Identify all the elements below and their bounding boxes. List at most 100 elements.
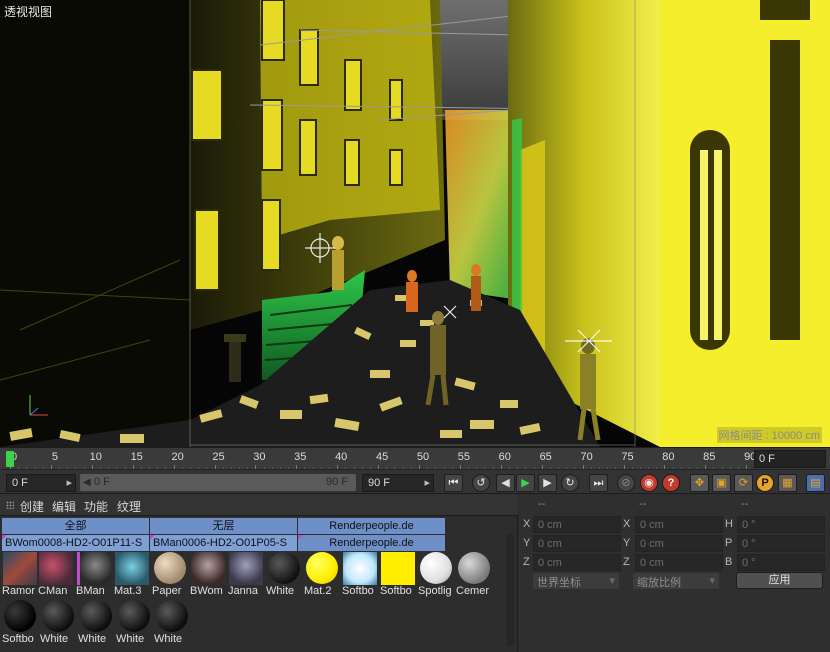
material-swatch[interactable]: White <box>266 552 302 598</box>
next-frame-button[interactable]: ▶ <box>538 474 557 492</box>
menu-texture[interactable]: 纹理 <box>117 498 141 515</box>
material-name: White <box>116 633 145 645</box>
material-swatch[interactable]: White <box>154 600 190 646</box>
apply-button[interactable]: 应用 <box>736 572 823 589</box>
layer-sub-renderpeople[interactable]: Renderpeople.de <box>298 535 446 551</box>
param-tool-icon[interactable]: P <box>756 474 774 492</box>
material-swatch[interactable]: Spotlig <box>418 552 454 598</box>
position-header: -- <box>538 498 546 510</box>
menu-create[interactable]: 创建 <box>20 498 44 515</box>
rotate-tool-icon[interactable]: ⟳ <box>734 474 753 492</box>
material-manager: 创建 编辑 功能 纹理 全部 无层 Renderpeople.de BWom00… <box>0 494 518 652</box>
material-swatch[interactable]: Softbo <box>2 600 38 646</box>
playhead-marker[interactable] <box>6 451 14 467</box>
timeline-ruler[interactable]: 0 5 10 15 20 25 30 35 40 45 50 55 60 65 70 75 80 85 90 0 F <box>0 447 830 470</box>
help-button[interactable]: ? <box>662 474 680 492</box>
record-off-icon[interactable]: ⊘ <box>617 474 635 492</box>
scale-mode-dropdown[interactable]: 缩放比例 ▾ <box>633 573 719 589</box>
rotation-p-field[interactable]: 0 ° <box>737 535 825 552</box>
material-scrollbar[interactable] <box>506 534 514 646</box>
go-to-end-button[interactable]: ⏭ <box>589 474 608 492</box>
position-z-label: Z <box>523 556 530 568</box>
size-y-field[interactable]: 0 cm <box>635 535 723 552</box>
material-preview <box>191 552 225 585</box>
slider-left-arrow-icon[interactable]: ◀ <box>83 477 91 488</box>
go-to-start-button[interactable]: ⏮ <box>444 474 463 492</box>
position-z-field[interactable]: 0 cm <box>533 554 621 571</box>
chevron-down-icon: ▾ <box>709 575 715 587</box>
start-frame-value: 0 F <box>12 477 28 489</box>
material-name: Softbo <box>342 585 374 597</box>
perspective-viewport[interactable]: 透视视图 网格间距 : 10000 cm <box>0 0 830 447</box>
material-swatch[interactable]: Mat.2 <box>304 552 340 598</box>
rotation-h-field[interactable]: 0 ° <box>737 516 825 533</box>
layer-subtabs: BWom0008-HD2-O01P11-S BMan0006-HD2-O01P0… <box>0 535 448 551</box>
coordinate-space-dropdown[interactable]: 世界坐标 ▾ <box>533 573 619 589</box>
layer-tab-renderpeople[interactable]: Renderpeople.de <box>298 518 446 534</box>
scale-tool-icon[interactable]: ▣ <box>712 474 731 492</box>
material-preview <box>77 552 111 585</box>
material-swatch[interactable]: BMan <box>76 552 112 598</box>
keyframe-grid-icon[interactable]: ▦ <box>778 474 797 492</box>
rotation-b-field[interactable]: 0 ° <box>737 554 825 571</box>
move-tool-icon[interactable]: ✥ <box>690 474 709 492</box>
prev-frame-button[interactable]: ◀ <box>496 474 515 492</box>
material-swatch[interactable]: White <box>78 600 114 646</box>
preview-range-slider[interactable]: ◀ 0 F 90 F <box>80 474 356 491</box>
timeline-tick-label: 15 <box>130 451 143 463</box>
layer-tab-none[interactable]: 无层 <box>150 518 298 534</box>
material-swatch[interactable]: Ramor <box>2 552 38 598</box>
size-x-field[interactable]: 0 cm <box>635 516 723 533</box>
position-x-label: X <box>523 518 531 530</box>
material-name: BWom <box>190 585 223 597</box>
menu-function[interactable]: 功能 <box>84 498 108 515</box>
material-preview <box>39 552 73 585</box>
frame-ruler[interactable]: 0 5 10 15 20 25 30 35 40 45 50 55 60 65 70 75 80 85 90 <box>0 448 756 470</box>
film-strip-icon[interactable]: ▤ <box>806 474 825 492</box>
material-swatch[interactable]: White <box>116 600 152 646</box>
material-preview <box>3 552 37 585</box>
coordinate-space-value: 世界坐标 <box>537 577 581 589</box>
material-name: Cemer <box>456 585 490 597</box>
layer-sub-bman[interactable]: BMan0006-HD2-O01P05-S <box>150 535 298 551</box>
material-name: Mat.3 <box>114 585 142 597</box>
viewport-render <box>0 0 830 447</box>
material-swatch[interactable]: Cemer <box>456 552 492 598</box>
material-name: BMan <box>76 585 105 597</box>
layer-tab-all[interactable]: 全部 <box>2 518 150 534</box>
record-button[interactable]: ◉ <box>640 474 658 492</box>
material-name: Softbo <box>380 585 412 597</box>
layer-sub-bwom[interactable]: BWom0008-HD2-O01P11-S <box>2 535 150 551</box>
material-swatch[interactable]: Softbo <box>380 552 416 598</box>
material-preview <box>420 552 452 584</box>
rotation-header: -- <box>741 498 749 510</box>
material-swatch[interactable]: Janna <box>228 552 264 598</box>
material-swatch[interactable]: Mat.3 <box>114 552 150 598</box>
menu-edit[interactable]: 编辑 <box>52 498 76 515</box>
slider-right-value: 90 F <box>325 476 348 488</box>
panel-grip-icon[interactable] <box>6 501 14 509</box>
start-frame-field[interactable]: 0 F <box>6 474 76 492</box>
timeline-tick-label: 65 <box>539 451 552 463</box>
material-swatch[interactable]: White <box>40 600 76 646</box>
material-preview <box>458 552 490 584</box>
material-preview <box>4 600 36 632</box>
current-frame-field[interactable]: 0 F <box>754 450 826 468</box>
end-frame-field[interactable]: 90 F <box>362 474 434 492</box>
scale-mode-value: 缩放比例 <box>637 577 681 589</box>
step-forward-button[interactable]: ↻ <box>561 474 579 492</box>
size-z-label: Z <box>623 556 630 568</box>
timeline-tick-label: 25 <box>212 451 225 463</box>
material-swatch[interactable]: BWom <box>190 552 226 598</box>
timeline-tick-label: 80 <box>662 451 675 463</box>
material-swatch[interactable]: Softbo <box>342 552 378 598</box>
position-x-field[interactable]: 0 cm <box>533 516 621 533</box>
step-back-button[interactable]: ↺ <box>472 474 490 492</box>
rotation-h-label: H <box>725 518 733 530</box>
play-button[interactable]: ▶ <box>516 474 535 492</box>
material-swatch[interactable]: Paper <box>152 552 188 598</box>
position-y-field[interactable]: 0 cm <box>533 535 621 552</box>
size-z-field[interactable]: 0 cm <box>635 554 723 571</box>
material-swatch[interactable]: CMan <box>38 552 74 598</box>
timeline-tick-label: 45 <box>375 451 389 463</box>
